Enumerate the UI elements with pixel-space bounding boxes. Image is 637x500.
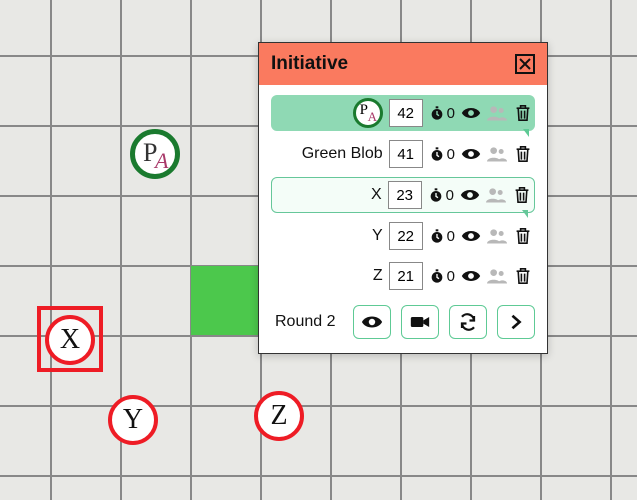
- enemy-token-y[interactable]: Y: [108, 395, 158, 445]
- group-toggle[interactable]: [486, 185, 506, 205]
- delete-button[interactable]: [513, 266, 533, 286]
- timer-display: 0: [429, 105, 455, 122]
- group-icon: [487, 268, 507, 284]
- vision-button[interactable]: [353, 305, 391, 339]
- panel-body: PA 0 Green Blob 0: [259, 85, 547, 353]
- trash-icon: [515, 104, 531, 122]
- panel-footer: Round 2: [271, 305, 535, 339]
- initiative-value-input[interactable]: [389, 140, 423, 168]
- visibility-toggle[interactable]: [461, 144, 481, 164]
- group-icon: [486, 187, 506, 203]
- visibility-toggle[interactable]: [461, 226, 481, 246]
- round-label: Round 2: [271, 313, 336, 331]
- initiative-row[interactable]: Y 0: [271, 219, 535, 253]
- enemy-token-z[interactable]: Z: [254, 391, 304, 441]
- group-toggle[interactable]: [487, 103, 507, 123]
- speech-tail-icon: [522, 210, 528, 218]
- combatant-name: X: [371, 186, 382, 204]
- initiative-row[interactable]: Green Blob 0: [271, 137, 535, 171]
- refresh-button[interactable]: [449, 305, 487, 339]
- eye-icon: [461, 147, 481, 161]
- eye-icon: [461, 229, 481, 243]
- group-icon: [487, 146, 507, 162]
- eye-icon: [460, 188, 480, 202]
- camera-button[interactable]: [401, 305, 439, 339]
- initiative-value-input[interactable]: [389, 262, 423, 290]
- group-toggle[interactable]: [487, 226, 507, 246]
- speech-tail-icon: [523, 129, 529, 137]
- timer-display: 0: [429, 268, 455, 285]
- close-button[interactable]: [515, 54, 535, 74]
- timer-display: 0: [428, 187, 454, 204]
- initiative-value-input[interactable]: [388, 181, 422, 209]
- timer-display: 0: [429, 228, 455, 245]
- stopwatch-icon: [429, 228, 445, 244]
- initiative-value-input[interactable]: [389, 99, 423, 127]
- avatar-pa: PA: [353, 98, 383, 128]
- group-toggle[interactable]: [487, 144, 507, 164]
- close-icon: [519, 58, 531, 70]
- stopwatch-icon: [429, 146, 445, 162]
- camera-icon: [410, 315, 430, 329]
- enemy-token-x[interactable]: X: [45, 315, 95, 365]
- initiative-row[interactable]: Z 0: [271, 259, 535, 293]
- combatant-name: Y: [372, 227, 383, 245]
- initiative-row[interactable]: X 0: [271, 177, 535, 213]
- stopwatch-icon: [429, 268, 445, 284]
- trash-icon: [515, 267, 531, 285]
- trash-icon: [514, 186, 530, 204]
- trash-icon: [515, 227, 531, 245]
- green-blob-token[interactable]: [191, 266, 260, 335]
- initiative-panel[interactable]: Initiative PA 0 Green Bl: [258, 42, 548, 354]
- timer-display: 0: [429, 146, 455, 163]
- initiative-value-input[interactable]: [389, 222, 423, 250]
- delete-button[interactable]: [513, 144, 533, 164]
- group-icon: [487, 105, 507, 121]
- panel-title: Initiative: [271, 53, 348, 75]
- delete-button[interactable]: [512, 185, 532, 205]
- delete-button[interactable]: [513, 103, 533, 123]
- eye-icon: [461, 269, 481, 283]
- player-token-pa[interactable]: PA: [130, 129, 180, 179]
- delete-button[interactable]: [513, 226, 533, 246]
- combatant-name: Green Blob: [302, 145, 383, 163]
- visibility-toggle[interactable]: [460, 185, 480, 205]
- group-toggle[interactable]: [487, 266, 507, 286]
- visibility-toggle[interactable]: [461, 103, 481, 123]
- group-icon: [487, 228, 507, 244]
- trash-icon: [515, 145, 531, 163]
- stopwatch-icon: [428, 187, 444, 203]
- eye-icon: [461, 106, 481, 120]
- refresh-icon: [459, 313, 477, 331]
- stopwatch-icon: [429, 105, 445, 121]
- visibility-toggle[interactable]: [461, 266, 481, 286]
- initiative-row[interactable]: PA 0: [271, 95, 535, 131]
- chevron-right-icon: [510, 314, 522, 330]
- panel-header[interactable]: Initiative: [259, 43, 547, 85]
- combatant-name: Z: [373, 267, 383, 285]
- eye-icon: [361, 314, 383, 330]
- next-turn-button[interactable]: [497, 305, 535, 339]
